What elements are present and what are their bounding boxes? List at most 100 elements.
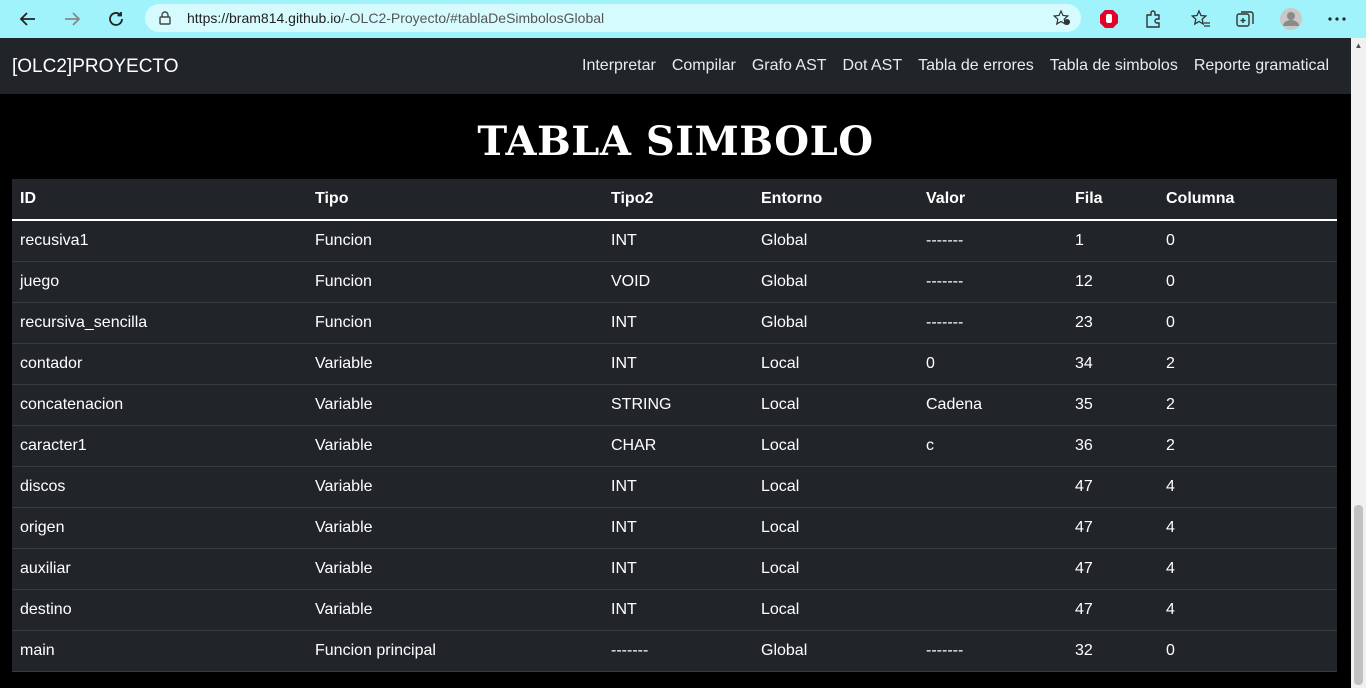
browser-toolbar: https://bram814.github.io/-OLC2-Proyecto…: [0, 0, 1366, 38]
cell-entorno: Local: [753, 589, 918, 631]
table-row: caracter1 Variable CHAR Local c 36 2: [12, 425, 1337, 467]
cell-tipo: Variable: [307, 384, 603, 426]
cell-tipo2: INT: [603, 302, 753, 344]
nav-link-tabla-errores[interactable]: Tabla de errores: [910, 57, 1042, 75]
collections-icon[interactable]: [1233, 7, 1257, 31]
add-favorite-icon[interactable]: [1052, 9, 1071, 31]
cell-valor: -------: [918, 220, 1067, 262]
cell-id: recursiva_sencilla: [12, 302, 307, 344]
cell-id: main: [12, 630, 307, 672]
cell-entorno: Local: [753, 507, 918, 549]
cell-fila: 47: [1067, 466, 1158, 508]
cell-tipo2: INT: [603, 507, 753, 549]
cell-columna: 4: [1158, 466, 1337, 508]
cell-entorno: Local: [753, 548, 918, 590]
nav-link-compilar[interactable]: Compilar: [664, 57, 744, 75]
cell-tipo2: INT: [603, 343, 753, 385]
nav-link-reporte-gramatical[interactable]: Reporte gramatical: [1186, 57, 1329, 75]
table-row: destino Variable INT Local 47 4: [12, 589, 1337, 631]
cell-id: discos: [12, 466, 307, 508]
navbar-brand[interactable]: [OLC2]PROYECTO: [12, 56, 178, 78]
reload-icon[interactable]: [102, 5, 130, 33]
nav-link-dot-ast[interactable]: Dot AST: [835, 57, 911, 75]
table-row: concatenacion Variable STRING Local Cade…: [12, 384, 1337, 426]
column-header-tipo2: Tipo2: [603, 179, 753, 221]
cell-tipo: Variable: [307, 425, 603, 467]
adblock-extension-icon[interactable]: [1097, 7, 1121, 31]
page-scrollbar[interactable]: ▲: [1351, 38, 1366, 688]
cell-fila: 23: [1067, 302, 1158, 344]
cell-entorno: Global: [753, 261, 918, 303]
cell-valor: 0: [918, 343, 1067, 385]
nav-link-grafo-ast[interactable]: Grafo AST: [744, 57, 835, 75]
cell-columna: 0: [1158, 220, 1337, 262]
cell-fila: 47: [1067, 548, 1158, 590]
cell-tipo2: INT: [603, 220, 753, 262]
cell-entorno: Global: [753, 630, 918, 672]
table-row: recusiva1 Funcion INT Global ------- 1 0: [12, 220, 1337, 262]
cell-tipo: Funcion: [307, 220, 603, 262]
column-header-tipo: Tipo: [307, 179, 603, 221]
cell-valor: Cadena: [918, 384, 1067, 426]
cell-tipo2: VOID: [603, 261, 753, 303]
favorites-icon[interactable]: [1189, 7, 1213, 31]
nav-link-interpretar[interactable]: Interpretar: [574, 57, 664, 75]
cell-tipo: Variable: [307, 507, 603, 549]
cell-valor: [918, 507, 1067, 549]
cell-tipo2: INT: [603, 466, 753, 508]
profile-avatar-icon[interactable]: [1279, 7, 1303, 31]
cell-columna: 0: [1158, 261, 1337, 303]
url-path: /-OLC2-Proyecto/#tablaDeSimbolosGlobal: [341, 10, 605, 26]
cell-fila: 1: [1067, 220, 1158, 262]
forward-arrow-icon[interactable]: [58, 5, 86, 33]
cell-tipo2: INT: [603, 548, 753, 590]
table-row: contador Variable INT Local 0 34 2: [12, 343, 1337, 385]
cell-id: concatenacion: [12, 384, 307, 426]
cell-columna: 0: [1158, 302, 1337, 344]
cell-entorno: Global: [753, 220, 918, 262]
cell-tipo: Variable: [307, 548, 603, 590]
cell-valor: [918, 466, 1067, 508]
scroll-up-arrow-icon[interactable]: ▲: [1351, 38, 1366, 53]
cell-valor: -------: [918, 302, 1067, 344]
cell-columna: 2: [1158, 343, 1337, 385]
cell-entorno: Local: [753, 343, 918, 385]
cell-entorno: Local: [753, 425, 918, 467]
nav-links: Interpretar Compilar Grafo AST Dot AST T…: [574, 57, 1329, 75]
back-arrow-icon[interactable]: [14, 5, 42, 33]
cell-tipo2: STRING: [603, 384, 753, 426]
cell-tipo2: CHAR: [603, 425, 753, 467]
cell-valor: [918, 548, 1067, 590]
table-row: discos Variable INT Local 47 4: [12, 466, 1337, 508]
cell-valor: -------: [918, 630, 1067, 672]
address-bar[interactable]: https://bram814.github.io/-OLC2-Proyecto…: [145, 4, 1081, 32]
cell-fila: 12: [1067, 261, 1158, 303]
table-row: origen Variable INT Local 47 4: [12, 507, 1337, 549]
scroll-thumb[interactable]: [1354, 505, 1363, 685]
cell-fila: 35: [1067, 384, 1158, 426]
cell-tipo2: -------: [603, 630, 753, 672]
table-header-row: ID Tipo Tipo2 Entorno Valor Fila Columna: [12, 179, 1337, 221]
more-options-icon[interactable]: [1325, 7, 1349, 31]
cell-columna: 4: [1158, 548, 1337, 590]
cell-fila: 36: [1067, 425, 1158, 467]
cell-valor: [918, 589, 1067, 631]
cell-valor: -------: [918, 261, 1067, 303]
cell-tipo: Funcion: [307, 302, 603, 344]
cell-fila: 34: [1067, 343, 1158, 385]
nav-link-tabla-simbolos[interactable]: Tabla de simbolos: [1042, 57, 1186, 75]
cell-id: recusiva1: [12, 220, 307, 262]
extensions-puzzle-icon[interactable]: [1141, 7, 1165, 31]
cell-id: juego: [12, 261, 307, 303]
cell-tipo: Funcion principal: [307, 630, 603, 672]
cell-fila: 47: [1067, 589, 1158, 631]
column-header-columna: Columna: [1158, 179, 1337, 221]
symbol-table-container: ID Tipo Tipo2 Entorno Valor Fila Columna…: [12, 179, 1337, 672]
cell-tipo: Variable: [307, 589, 603, 631]
cell-columna: 2: [1158, 425, 1337, 467]
lock-icon: [159, 11, 173, 25]
cell-id: auxiliar: [12, 548, 307, 590]
symbol-table: ID Tipo Tipo2 Entorno Valor Fila Columna…: [12, 179, 1337, 672]
cell-columna: 2: [1158, 384, 1337, 426]
cell-id: contador: [12, 343, 307, 385]
